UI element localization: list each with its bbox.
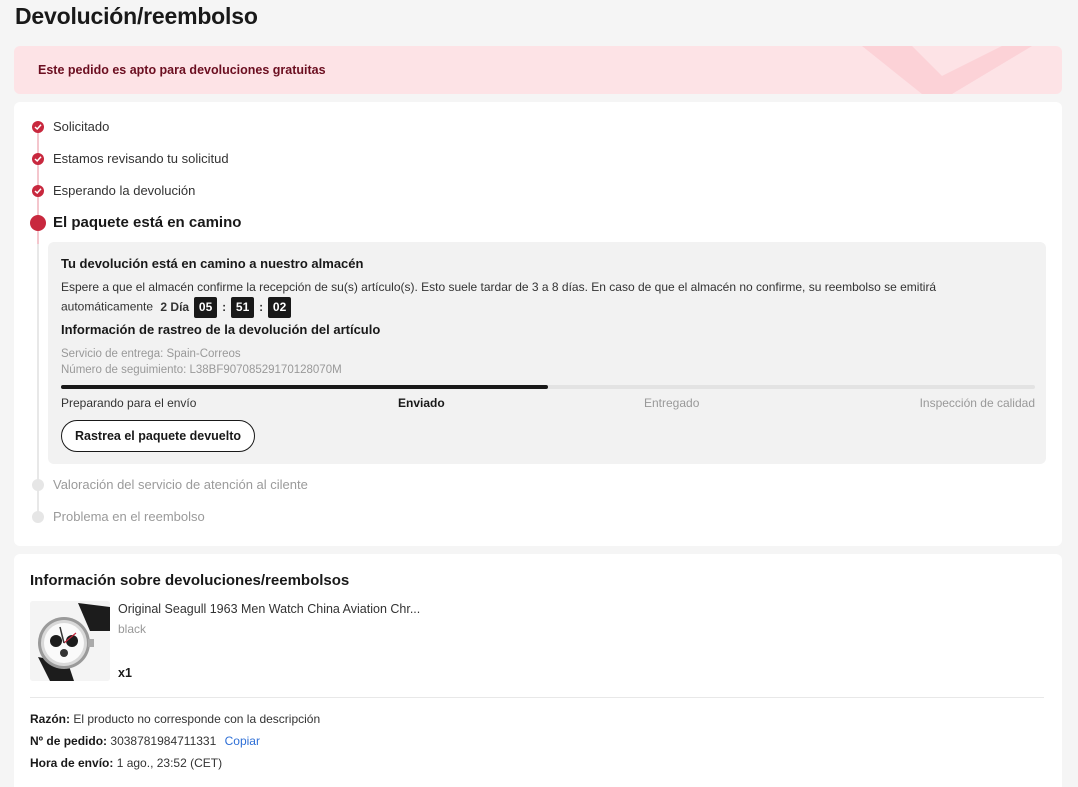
check-icon bbox=[32, 121, 44, 133]
stage-preparing: Preparando para el envío bbox=[61, 396, 197, 410]
product-image[interactable] bbox=[30, 601, 110, 681]
product-quantity: x1 bbox=[118, 666, 132, 680]
return-progress-card: Solicitado Estamos revisando tu solicitu… bbox=[14, 102, 1062, 546]
ship-time-row: Hora de envío: 1 ago., 23:52 (CET) bbox=[30, 756, 222, 770]
tracking-number: Número de seguimiento: L38BF907085291701… bbox=[61, 364, 342, 376]
pending-step-dot-icon bbox=[32, 479, 44, 491]
in-transit-detail: Tu devolución está en camino a nuestro a… bbox=[48, 242, 1046, 464]
pending-step-dot-icon bbox=[32, 511, 44, 523]
step-requested: Solicitado bbox=[14, 118, 1062, 140]
step-in-transit: El paquete está en camino bbox=[14, 214, 1062, 236]
divider bbox=[30, 697, 1044, 698]
tracking-title: Información de rastreo de la devolución … bbox=[61, 322, 381, 337]
free-return-banner: Este pedido es apto para devoluciones gr… bbox=[14, 46, 1062, 94]
delivery-service: Servicio de entrega: Spain-Correos bbox=[61, 348, 241, 360]
step-reviewing: Estamos revisando tu solicitud bbox=[14, 150, 1062, 172]
step-connector-done bbox=[37, 131, 39, 224]
reason-value: El producto no corresponde con la descri… bbox=[73, 712, 321, 726]
stage-quality-inspection: Inspección de calidad bbox=[919, 396, 1035, 410]
order-number-value: 3038781984711331 bbox=[110, 734, 217, 748]
order-number-label: Nº de pedido: bbox=[30, 734, 108, 748]
step-label: Solicitado bbox=[53, 119, 110, 134]
current-step-dot-icon bbox=[30, 215, 46, 231]
ship-time-label: Hora de envío: bbox=[30, 756, 114, 770]
order-number-row: Nº de pedido: 3038781984711331 Copiar bbox=[30, 734, 260, 748]
page-title: Devolución/reembolso bbox=[15, 3, 258, 29]
countdown-seconds: 02 bbox=[268, 297, 292, 318]
step-connector-pending bbox=[37, 244, 39, 514]
step-label: El paquete está en camino bbox=[53, 214, 242, 231]
ship-time-value: 1 ago., 23:52 (CET) bbox=[116, 756, 223, 770]
detail-title: Tu devolución está en camino a nuestro a… bbox=[61, 256, 364, 271]
detail-text: Espere a que el almacén confirme la rece… bbox=[61, 278, 1021, 318]
info-title: Información sobre devoluciones/reembolso… bbox=[30, 572, 350, 589]
step-label: Valoración del servicio de atención al c… bbox=[53, 477, 308, 492]
stage-delivered: Entregado bbox=[644, 396, 700, 410]
check-icon bbox=[32, 185, 44, 197]
tracking-info: Servicio de entrega: Spain-Correos Númer… bbox=[61, 346, 342, 378]
return-info-card: Información sobre devoluciones/reembolso… bbox=[14, 554, 1062, 787]
step-label: Problema en el reembolso bbox=[53, 509, 205, 524]
watch-icon bbox=[30, 601, 110, 681]
copy-order-number-link[interactable]: Copiar bbox=[225, 734, 260, 748]
reason-label: Razón: bbox=[30, 712, 70, 726]
stage-shipped: Enviado bbox=[398, 396, 445, 410]
shipping-progress-fill bbox=[61, 385, 548, 389]
step-label: Esperando la devolución bbox=[53, 183, 196, 198]
banner-text: Este pedido es apto para devoluciones gr… bbox=[38, 63, 326, 77]
detail-text-line1: Espere a que el almacén confirme la rece… bbox=[61, 280, 937, 294]
step-label: Estamos revisando tu solicitud bbox=[53, 151, 229, 166]
detail-text-line2: automáticamente bbox=[61, 299, 154, 314]
check-icon bbox=[32, 153, 44, 165]
product-variant: black bbox=[118, 622, 147, 636]
step-awaiting-return: Esperando la devolución bbox=[14, 182, 1062, 204]
banner-decoration-icon bbox=[862, 46, 1032, 94]
refund-countdown: 2 Día 05 : 51 : 02 bbox=[160, 297, 292, 318]
product-name[interactable]: Original Seagull 1963 Men Watch China Av… bbox=[118, 602, 420, 616]
countdown-hours: 05 bbox=[194, 297, 218, 318]
shipping-progress-bar bbox=[61, 385, 1035, 389]
track-package-button[interactable]: Rastrea el paquete devuelto bbox=[61, 420, 256, 452]
reason-row: Razón: El producto no corresponde con la… bbox=[30, 712, 320, 726]
step-refund-problem: Problema en el reembolso bbox=[14, 508, 1062, 530]
countdown-minutes: 51 bbox=[231, 297, 255, 318]
countdown-days: 2 Día bbox=[160, 300, 190, 314]
step-service-rating: Valoración del servicio de atención al c… bbox=[14, 476, 1062, 498]
